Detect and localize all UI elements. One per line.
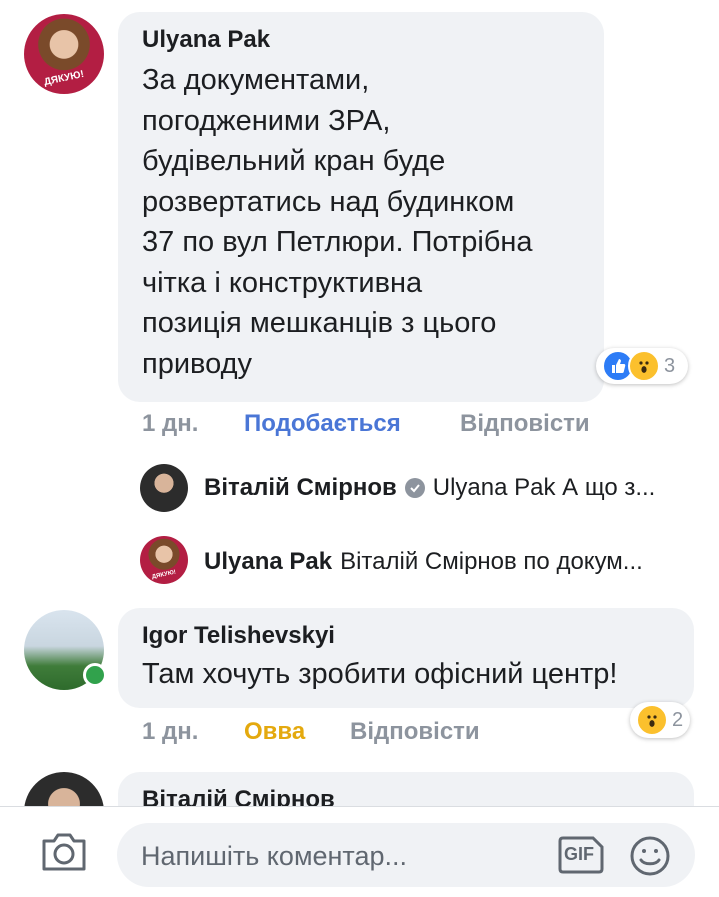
verified-icon — [404, 478, 425, 498]
comment-composer: Напишіть коментар... GIF — [0, 806, 719, 897]
comment-time: 1 дн. — [142, 410, 199, 437]
reply-author: Віталій Смірнов — [204, 474, 397, 501]
comment-author[interactable]: Ulyana Pak — [142, 26, 604, 54]
gif-button[interactable]: GIF — [555, 835, 605, 875]
emoji-icon[interactable] — [629, 835, 671, 877]
comment-input[interactable]: Напишіть коментар... GIF — [117, 823, 695, 887]
reaction-count: 2 — [672, 708, 684, 731]
reply-snippet: Віталій Смірнов по докум... — [340, 548, 643, 575]
comment-bubble: Igor Telishevskyi Там хочуть зробити офі… — [118, 608, 694, 708]
avatar-ulyana-pak[interactable]: ДЯКУЮ! — [24, 14, 104, 94]
camera-icon[interactable] — [40, 829, 88, 873]
comment-time: 1 дн. — [142, 718, 199, 745]
avatar-badge: ДЯКУЮ! — [43, 69, 85, 89]
online-status-indicator — [83, 663, 107, 687]
avatar-ulyana-pak-small[interactable]: ДЯКУЮ! — [140, 536, 188, 584]
comment-input-placeholder: Напишіть коментар... — [141, 841, 408, 871]
comment-bubble: Ulyana Pak За документами, погодженими З… — [118, 12, 604, 402]
avatar-badge: ДЯКУЮ! — [151, 569, 177, 581]
comment-text: За документами, погодженими ЗРА, будівел… — [142, 64, 533, 380]
avatar-vitalii-smirnov[interactable] — [140, 464, 188, 512]
reaction-summary[interactable]: 2 — [630, 702, 690, 738]
reply-button[interactable]: Відповісти — [460, 410, 590, 438]
wow-face-icon — [636, 704, 668, 736]
reply-button[interactable]: Відповісти — [350, 718, 480, 746]
reply-item[interactable]: Віталій Смірнов Ulyana Pak А що з... — [204, 474, 694, 502]
reaction-count: 3 — [664, 354, 676, 377]
reply-snippet: Ulyana Pak А що з... — [432, 474, 656, 501]
wow-reaction-button[interactable]: Овва — [244, 718, 305, 746]
gif-label: GIF — [564, 844, 594, 864]
reaction-summary[interactable]: 3 — [596, 348, 688, 384]
like-button[interactable]: Подобається — [244, 410, 401, 438]
comment-author[interactable]: Igor Telishevskyi — [142, 622, 694, 650]
wow-face-icon — [628, 350, 660, 382]
comment-text: Там хочуть зробити офісний центр! — [142, 658, 618, 690]
reply-author: Ulyana Pak — [204, 548, 333, 575]
reply-item[interactable]: Ulyana Pak Віталій Смірнов по докум... — [204, 548, 694, 576]
